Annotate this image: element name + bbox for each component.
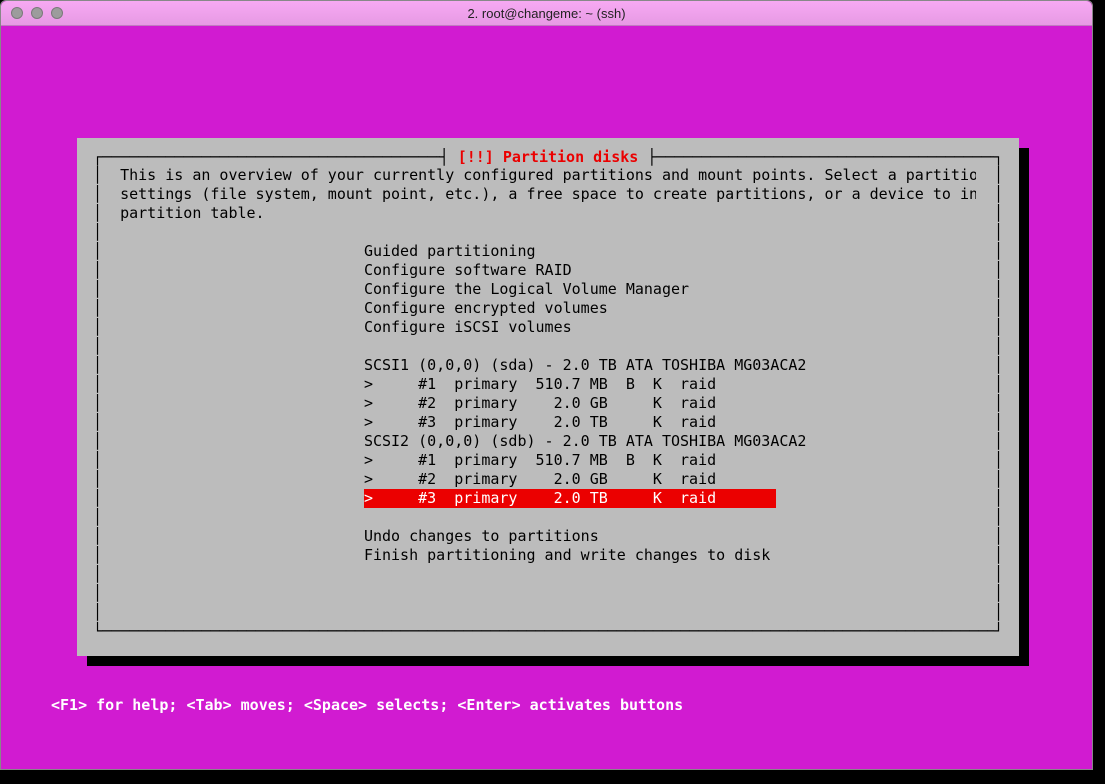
partition-row[interactable]: > #3 primary 2.0 TB K raid (364, 413, 716, 432)
disk-header-row[interactable]: │ SCSI1 (0,0,0) (sda) - 2.0 TB ATA TOSHI… (93, 356, 1003, 375)
terminal-viewport: ┌───────────────────────────────────────… (1, 26, 1092, 769)
menu-row[interactable]: │ Configure encrypted volumes │ (93, 299, 1003, 318)
partition-line[interactable]: │ > #1 primary 510.7 MB B K raid │ (93, 451, 1003, 470)
partition-row[interactable]: > #2 primary 2.0 GB K raid (364, 470, 716, 489)
menu-item[interactable]: Configure iSCSI volumes (364, 318, 572, 337)
blank-line: │ │ (93, 565, 1003, 584)
partition-dialog: ┌───────────────────────────────────────… (77, 138, 1019, 656)
blank-line: │ │ (93, 223, 1003, 242)
menu-row[interactable]: │ Guided partitioning │ (93, 242, 1003, 261)
menu-row[interactable]: │ Undo changes to partitions │ (93, 527, 1003, 546)
menu-row[interactable]: │ Configure software RAID │ (93, 261, 1003, 280)
partition-row[interactable]: > #1 primary 510.7 MB B K raid (364, 375, 716, 394)
partition-row[interactable]: > #3 primary 2.0 TB K raid (364, 489, 776, 508)
dialog-title: [!!] Partition disks (458, 148, 639, 166)
close-icon[interactable] (11, 7, 23, 19)
menu-item[interactable]: Finish partitioning and write changes to… (364, 546, 770, 565)
terminal-window: 2. root@changeme: ~ (ssh) ┌─────────────… (0, 0, 1093, 770)
partition-row[interactable]: > #2 primary 2.0 GB K raid (364, 394, 716, 413)
window-title-bar: 2. root@changeme: ~ (ssh) (1, 1, 1092, 26)
dialog-title-row: ┌───────────────────────────────────────… (93, 148, 1003, 166)
go-back-row[interactable]: │ │ (93, 584, 1003, 603)
window-title: 2. root@changeme: ~ (ssh) (1, 6, 1092, 21)
disk-header[interactable]: SCSI1 (0,0,0) (sda) - 2.0 TB ATA TOSHIBA… (364, 356, 807, 375)
instruction-line: │ This is an overview of your currently … (93, 166, 1003, 185)
instruction-line: │ settings (file system, mount point, et… (93, 185, 1003, 204)
partition-line[interactable]: │ > #2 primary 2.0 GB K raid │ (93, 470, 1003, 489)
partition-line[interactable]: │ > #2 primary 2.0 GB K raid │ (93, 394, 1003, 413)
instruction-line: │ partition table. │ (93, 204, 1003, 223)
disk-header[interactable]: SCSI2 (0,0,0) (sdb) - 2.0 TB ATA TOSHIBA… (364, 432, 807, 451)
menu-item[interactable]: Guided partitioning (364, 242, 536, 261)
menu-item[interactable]: Configure software RAID (364, 261, 572, 280)
partition-line[interactable]: │ > #1 primary 510.7 MB B K raid │ (93, 375, 1003, 394)
menu-row[interactable]: │ Configure iSCSI volumes │ (93, 318, 1003, 337)
blank-line: │ │ (93, 337, 1003, 356)
partition-row[interactable]: > #1 primary 510.7 MB B K raid (364, 451, 716, 470)
help-bar: <F1> for help; <Tab> moves; <Space> sele… (51, 696, 683, 714)
blank-line: │ │ (93, 603, 1003, 622)
minimize-icon[interactable] (31, 7, 43, 19)
partition-line[interactable]: │ > #3 primary 2.0 TB K raid │ (93, 489, 1003, 508)
partition-line[interactable]: │ > #3 primary 2.0 TB K raid │ (93, 413, 1003, 432)
menu-row[interactable]: │ Configure the Logical Volume Manager │ (93, 280, 1003, 299)
menu-row[interactable]: │ Finish partitioning and write changes … (93, 546, 1003, 565)
zoom-icon[interactable] (51, 7, 63, 19)
menu-item[interactable]: Undo changes to partitions (364, 527, 599, 546)
menu-item[interactable]: Configure the Logical Volume Manager (364, 280, 689, 299)
menu-item[interactable]: Configure encrypted volumes (364, 299, 608, 318)
blank-line: │ │ (93, 508, 1003, 527)
disk-header-row[interactable]: │ SCSI2 (0,0,0) (sdb) - 2.0 TB ATA TOSHI… (93, 432, 1003, 451)
